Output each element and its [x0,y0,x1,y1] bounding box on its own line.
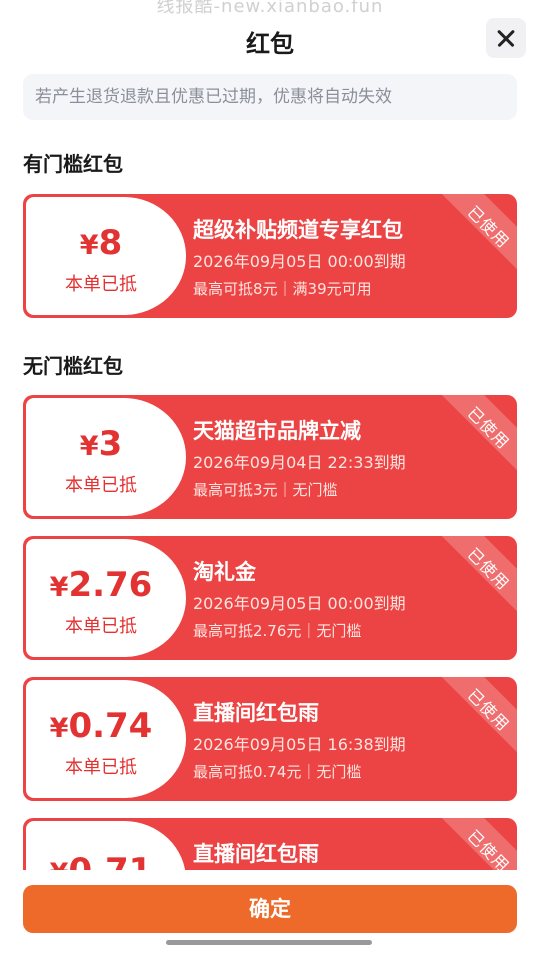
coupon-list[interactable]: 有门槛红包 ¥8 本单已抵 超级补贴频道专享红包 2026年09月05日 00:… [0,0,540,870]
coupon-amount: ¥3 [79,424,123,464]
coupon-card[interactable]: ¥8 本单已抵 超级补贴频道专享红包 2026年09月05日 00:00到期 最… [23,194,517,318]
coupon-card[interactable]: ¥3 本单已抵 天猫超市品牌立减 2026年09月04日 22:33到期 最高可… [23,395,517,519]
coupon-rule: 最高可抵8元｜满39元可用 [193,280,372,298]
coupon-status: 本单已抵 [65,274,137,295]
coupon-amount: ¥0.74 [49,706,153,746]
coupon-status: 本单已抵 [65,757,137,778]
coupon-expire: 2026年09月05日 00:00到期 [193,594,406,613]
confirm-button[interactable]: 确定 [23,885,517,933]
coupon-status: 本单已抵 [65,616,137,637]
coupon-amount-panel: ¥0.74 本单已抵 [26,680,186,798]
home-indicator[interactable] [166,940,372,945]
coupon-expire: 2026年09月04日 22:33到期 [193,453,406,472]
coupon-amount: ¥8 [79,223,123,263]
coupon-amount: ¥0.71 [26,851,176,870]
coupon-rule: 最高可抵2.76元｜无门槛 [193,622,362,640]
coupon-name: 天猫超市品牌立减 [193,419,361,443]
coupon-amount-panel: ¥0.71 [26,821,186,870]
watermark-text: 线报酷-new.xianbao.fun [156,0,384,17]
coupon-name: 淘礼金 [193,560,256,584]
coupon-expire: 2026年09月05日 00:00到期 [193,252,406,271]
coupon-name: 超级补贴频道专享红包 [193,218,403,242]
coupon-card[interactable]: ¥0.74 本单已抵 直播间红包雨 2026年09月05日 16:38到期 最高… [23,677,517,801]
coupon-amount-panel: ¥2.76 本单已抵 [26,539,186,657]
coupon-name: 直播间红包雨 [193,842,319,866]
coupon-status: 本单已抵 [65,475,137,496]
coupon-name: 直播间红包雨 [193,701,319,725]
coupon-card[interactable]: ¥2.76 本单已抵 淘礼金 2026年09月05日 00:00到期 最高可抵2… [23,536,517,660]
coupon-rule: 最高可抵0.74元｜无门槛 [193,763,362,781]
coupon-amount: ¥2.76 [49,565,153,605]
section-title-no-threshold: 无门槛红包 [23,354,123,378]
coupon-card[interactable]: ¥0.71 直播间红包雨 已使用 [23,818,517,870]
coupon-expire: 2026年09月05日 16:38到期 [193,735,406,754]
coupon-amount-panel: ¥3 本单已抵 [26,398,186,516]
coupon-amount-panel: ¥8 本单已抵 [26,197,186,315]
coupon-rule: 最高可抵3元｜无门槛 [193,481,338,499]
section-title-threshold: 有门槛红包 [23,152,123,176]
